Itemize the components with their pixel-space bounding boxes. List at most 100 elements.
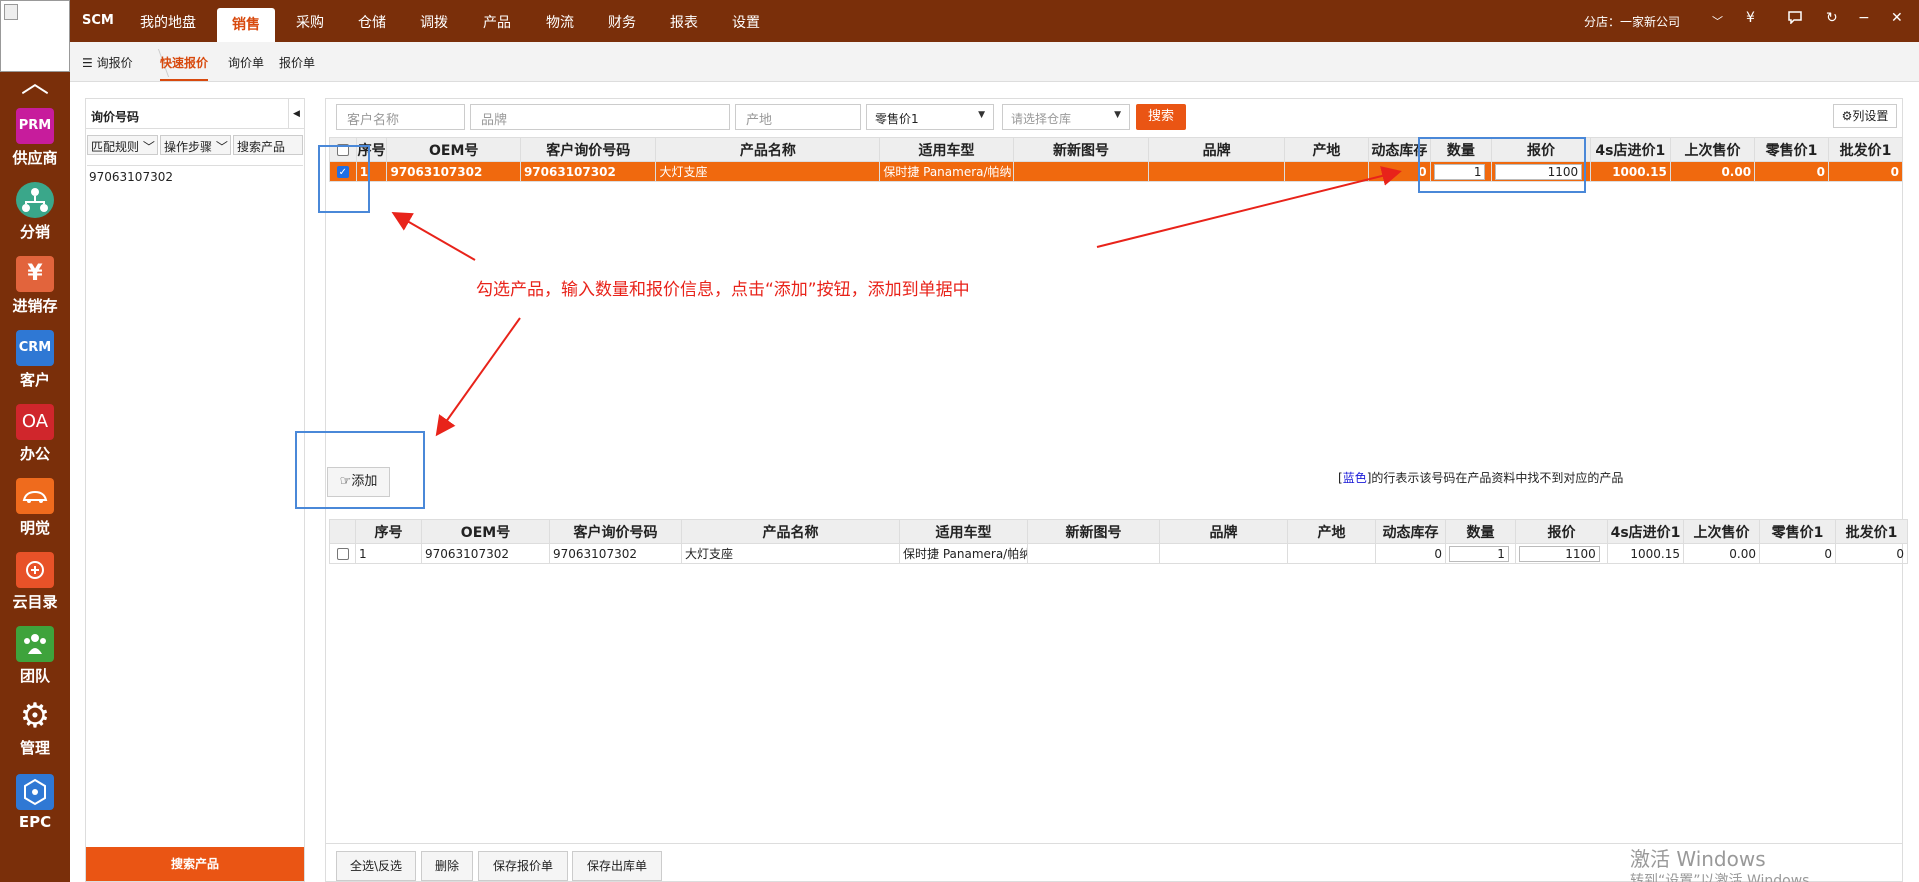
brand-label: SCM bbox=[82, 13, 114, 28]
tab-inquiry-quote[interactable]: ☰ 询报价 bbox=[82, 54, 133, 71]
cell-quote[interactable]: 1100 bbox=[1515, 543, 1608, 564]
customer-name-input[interactable]: 客户名称 bbox=[336, 104, 465, 130]
column-settings-button[interactable]: ⚙列设置 bbox=[1833, 104, 1897, 128]
col-header: 客户询价号码 bbox=[519, 137, 657, 162]
cell-last-price: 0.00 bbox=[1669, 161, 1756, 182]
table-row[interactable]: ✓ 1 97063107302 97063107302 大灯支座 保时捷 Pan… bbox=[329, 161, 1904, 182]
refresh-icon[interactable]: ↻ bbox=[1826, 10, 1838, 26]
table-row[interactable]: 1 97063107302 97063107302 大灯支座 保时捷 Panam… bbox=[329, 543, 1908, 564]
app-crm[interactable]: CRM 客户 bbox=[0, 330, 70, 402]
cell-qty[interactable]: 1 bbox=[1445, 543, 1516, 564]
close-icon[interactable]: ✕ bbox=[1891, 10, 1903, 26]
cell-oem: 97063107302 bbox=[421, 543, 550, 564]
crm-icon: CRM bbox=[16, 330, 54, 366]
delete-button[interactable]: 删除 bbox=[421, 851, 473, 881]
col-header: 4s店进价1 bbox=[1589, 137, 1671, 162]
save-quote-button[interactable]: 保存报价单 bbox=[478, 851, 568, 881]
nav-purchase[interactable]: 采购 bbox=[296, 12, 324, 32]
app-prm[interactable]: PRM 供应商 bbox=[0, 108, 70, 180]
legend-text: 的行表示该号码在产品资料中找不到对应的产品 bbox=[1371, 471, 1624, 485]
col-header: 零售价1 bbox=[1754, 137, 1829, 162]
epc-icon bbox=[16, 774, 54, 810]
col-header: 客户询价号码 bbox=[549, 519, 682, 544]
col-header: 上次售价 bbox=[1683, 519, 1760, 544]
app-label: 明觉 bbox=[19, 519, 50, 537]
cell-brand bbox=[1148, 161, 1285, 182]
col-header: 上次售价 bbox=[1669, 137, 1756, 162]
inquiry-number-textarea[interactable]: 97063107302 bbox=[87, 165, 303, 845]
quantity-input[interactable]: 1 bbox=[1449, 545, 1509, 562]
select-all-toggle-button[interactable]: 全选\反选 bbox=[336, 851, 416, 881]
quote-input[interactable]: 1100 bbox=[1519, 545, 1600, 562]
nav-reports[interactable]: 报表 bbox=[670, 12, 698, 32]
search-button[interactable]: 搜索 bbox=[1136, 104, 1186, 130]
cell-cost-4s: 1000.15 bbox=[1607, 543, 1684, 564]
cell-oem: 97063107302 bbox=[386, 161, 521, 182]
list-icon: ☰ bbox=[82, 56, 97, 70]
nav-logistics[interactable]: 物流 bbox=[546, 12, 574, 32]
brand-input[interactable]: 品牌 bbox=[470, 104, 730, 130]
origin-input[interactable]: 产地 bbox=[735, 104, 861, 130]
col-header: 序号 bbox=[355, 519, 422, 544]
app-mingjue[interactable]: 明觉 bbox=[0, 478, 70, 550]
cell-wholesale: 0 bbox=[1835, 543, 1908, 564]
cell-origin bbox=[1283, 161, 1370, 182]
tab-inquiry-sheet[interactable]: 询价单 bbox=[228, 54, 264, 71]
row-checkbox[interactable] bbox=[329, 543, 356, 564]
app-cloud-catalog[interactable]: 云目录 bbox=[0, 552, 70, 624]
app-manage[interactable]: ⚙ 管理 bbox=[0, 698, 70, 770]
checkbox[interactable] bbox=[336, 548, 349, 560]
app-oa[interactable]: OA 办公 bbox=[0, 404, 70, 476]
cell-drawing bbox=[1012, 161, 1150, 182]
chevron-down-icon[interactable]: ﹀ bbox=[1712, 13, 1723, 29]
nav-settings[interactable]: 设置 bbox=[732, 12, 760, 32]
button-label: 操作步骤 bbox=[164, 140, 213, 154]
cell-retail: 0 bbox=[1754, 161, 1829, 182]
legend-blue-word: 蓝色 bbox=[1342, 471, 1367, 485]
yen-icon[interactable]: ¥ bbox=[1746, 10, 1755, 26]
quote-workspace: 客户名称 品牌 产地 零售价1 ▼ 请选择仓库 ▼ 搜索 ⚙列设置 序号 OEM号 … bbox=[325, 98, 1908, 882]
app-label: 办公 bbox=[19, 445, 50, 463]
app-team[interactable]: 团队 bbox=[0, 626, 70, 698]
highlight-box-qty-quote bbox=[1418, 137, 1586, 193]
warehouse-select[interactable]: 请选择仓库 ▼ bbox=[1002, 104, 1130, 130]
col-header: 品牌 bbox=[1159, 519, 1288, 544]
col-header: 适用车型 bbox=[899, 519, 1028, 544]
chat-icon[interactable] bbox=[1788, 10, 1802, 28]
panel-title: 询价号码 bbox=[91, 110, 140, 124]
col-header: 产品名称 bbox=[655, 137, 881, 162]
save-outbound-button[interactable]: 保存出库单 bbox=[572, 851, 662, 881]
network-icon bbox=[16, 182, 54, 218]
quote-line-table: 序号 OEM号 客户询价号码 产品名称 适用车型 新新图号 品牌 产地 动态库存… bbox=[329, 519, 1908, 564]
collapse-left-icon[interactable]: ◀ bbox=[288, 99, 304, 129]
nav-sales[interactable]: 销售 bbox=[217, 8, 275, 42]
nav-my-site[interactable]: 我的地盘 bbox=[140, 12, 196, 32]
app-inventory[interactable]: ¥ 进销存 bbox=[0, 256, 70, 328]
nav-storage[interactable]: 仓储 bbox=[358, 12, 386, 32]
select-value: 零售价1 bbox=[875, 112, 919, 126]
minimize-icon[interactable]: − bbox=[1858, 10, 1870, 26]
app-label: 管理 bbox=[19, 739, 50, 757]
steps-button[interactable]: 操作步骤 ﹀ bbox=[160, 135, 231, 155]
nav-transfer[interactable]: 调拨 bbox=[420, 12, 448, 32]
branch-label: 分店：一家新公司 bbox=[1584, 15, 1681, 29]
match-rules-button[interactable]: 匹配规则 ﹀ bbox=[87, 135, 158, 155]
select-placeholder: 请选择仓库 bbox=[1011, 112, 1072, 126]
sub-nav-bar: ☰ 询报价 快速报价 询价单 报价单 bbox=[70, 42, 1919, 82]
cell-inquiry-no: 97063107302 bbox=[519, 161, 657, 182]
app-epc[interactable]: EPC bbox=[0, 774, 70, 846]
app-label: EPC bbox=[18, 813, 52, 831]
price-type-select[interactable]: 零售价1 ▼ bbox=[866, 104, 994, 130]
chevron-up-icon[interactable]: ︿ bbox=[18, 68, 52, 98]
table-header-row: 序号 OEM号 客户询价号码 产品名称 适用车型 新新图号 品牌 产地 动态库存… bbox=[329, 137, 1904, 162]
windows-activation-hint: 转到“设置”以激活 Windows bbox=[1630, 873, 1810, 882]
tab-quote-sheet[interactable]: 报价单 bbox=[279, 54, 315, 71]
nav-product[interactable]: 产品 bbox=[483, 12, 511, 32]
caret-down-icon: ▼ bbox=[978, 110, 985, 120]
search-product-button[interactable]: 搜索产品 bbox=[86, 847, 304, 881]
search-product-small-button[interactable]: 搜索产品 bbox=[233, 135, 303, 155]
col-header: 新新图号 bbox=[1012, 137, 1150, 162]
nav-finance[interactable]: 财务 bbox=[608, 12, 636, 32]
tab-quick-quote[interactable]: 快速报价 bbox=[160, 54, 209, 81]
app-distribution[interactable]: 分销 bbox=[0, 182, 70, 254]
